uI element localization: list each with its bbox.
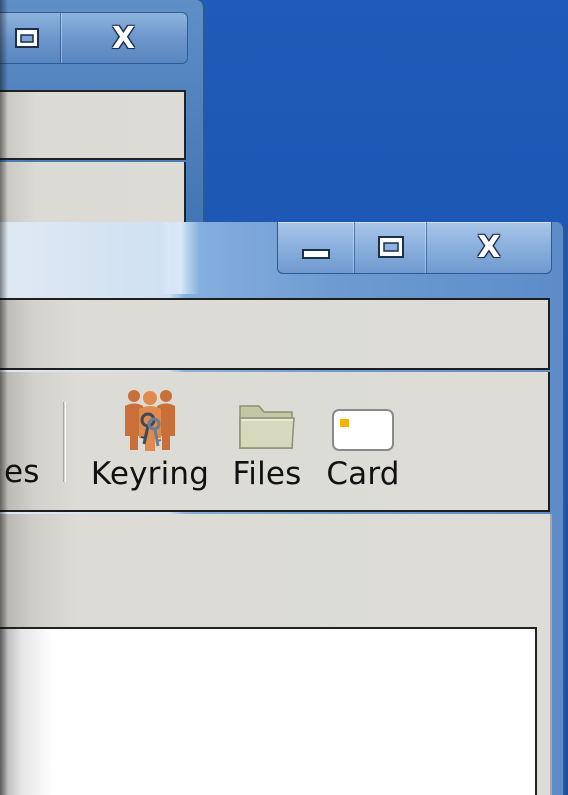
front-window-caption-buttons: X [277, 222, 552, 274]
toolbar-button-label-cut-off[interactable]: es [4, 454, 40, 490]
card-icon [331, 386, 395, 452]
files-button[interactable]: Files [228, 386, 306, 496]
keyring-button[interactable]: Keyring [90, 386, 210, 496]
back-window-title-bar: X [0, 12, 188, 64]
card-label: Card [326, 456, 400, 492]
files-label: Files [232, 456, 302, 492]
maximize-icon [15, 28, 39, 48]
content-area[interactable] [0, 627, 537, 795]
back-window-close-button[interactable]: X [60, 13, 186, 63]
window-edge-shadow [0, 0, 8, 795]
maximize-icon [377, 235, 404, 258]
toolbar-separator [63, 402, 66, 482]
back-window-menu-bar [0, 90, 186, 160]
back-window: X [0, 0, 205, 240]
folder-icon [237, 386, 297, 452]
toolbar: es Keyring Files Card [0, 372, 550, 512]
maximize-button[interactable] [355, 222, 427, 273]
close-icon: X [477, 230, 501, 265]
keyring-icon [118, 386, 182, 452]
back-window-maximize-button[interactable] [0, 13, 60, 63]
minimize-button[interactable] [278, 222, 355, 273]
close-button[interactable]: X [427, 222, 551, 273]
close-icon: X [111, 20, 136, 56]
minimize-icon [302, 248, 330, 259]
card-button[interactable]: Card [322, 386, 404, 496]
keyring-label: Keyring [90, 456, 210, 492]
menu-bar [0, 298, 550, 370]
front-window: X es Keyring Files Card [0, 222, 568, 795]
title-bar-glow [160, 222, 200, 294]
